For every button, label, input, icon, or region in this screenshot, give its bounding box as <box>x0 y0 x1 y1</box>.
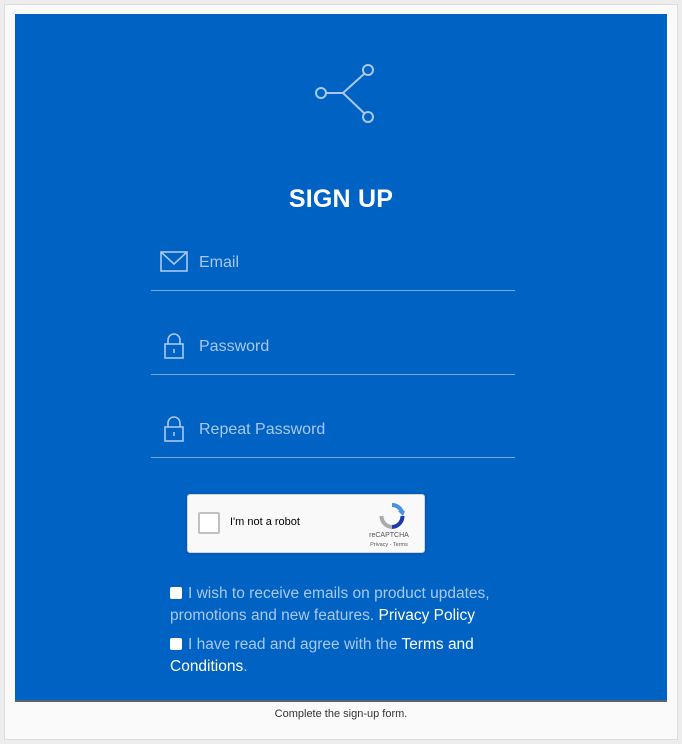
terms-consent-checkbox[interactable] <box>170 638 182 650</box>
privacy-policy-link[interactable]: Privacy Policy <box>379 607 475 624</box>
signup-panel: SIGN UP I'm not a robot <box>15 14 667 701</box>
terms-consent-text: I have read and agree with the <box>188 636 398 653</box>
lock-icon <box>164 416 184 442</box>
panel-divider <box>15 700 667 702</box>
share-nodes-icon <box>315 64 374 123</box>
recaptcha-widget: I'm not a robot reCAPTCHA Privacy - Term… <box>187 494 425 553</box>
repeat-password-field-row <box>151 415 515 458</box>
caption: Complete the sign-up form. <box>274 708 408 720</box>
terms-consent: I have read and agree with the Terms and… <box>170 634 510 678</box>
password-field-row <box>151 332 515 375</box>
recaptcha-checkbox[interactable] <box>198 512 220 534</box>
repeat-password-field[interactable] <box>199 415 499 445</box>
envelope-icon <box>160 251 188 272</box>
recaptcha-links: Privacy - Terms <box>370 542 408 548</box>
terms-suffix: . <box>243 658 248 675</box>
email-consent: I wish to receive emails on product upda… <box>170 583 510 627</box>
recaptcha-label: I'm not a robot <box>230 516 300 528</box>
lock-icon <box>164 333 184 359</box>
page-title: SIGN UP <box>288 185 394 213</box>
recaptcha-brand: reCAPTCHA <box>369 532 409 539</box>
email-field[interactable] <box>199 248 499 278</box>
email-field-row <box>151 248 515 291</box>
password-field[interactable] <box>199 332 499 362</box>
recaptcha-logo-icon <box>379 503 405 529</box>
email-consent-checkbox[interactable] <box>170 587 182 599</box>
